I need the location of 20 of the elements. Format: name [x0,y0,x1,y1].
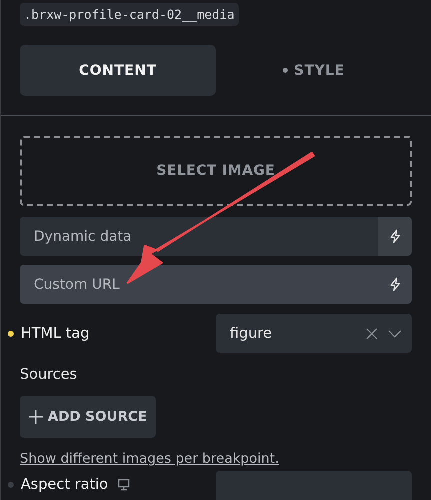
dynamic-data-button[interactable] [378,217,412,256]
field-label: HTML tag [21,326,90,342]
lightning-icon [388,277,402,292]
input-field[interactable]: Custom URL [20,265,378,304]
plus-icon [29,410,43,424]
tab[interactable]: STYLE [216,45,412,96]
tab[interactable]: CONTENT [20,45,216,96]
input-field[interactable] [216,471,412,500]
dynamic-data-button[interactable] [378,265,412,304]
close-icon[interactable] [366,328,378,340]
tag-select[interactable]: figure [216,314,412,353]
section-label: Sources [20,367,78,383]
class-selector[interactable]: .brxw-profile-card-02__media [20,3,239,26]
chevron-down-icon[interactable] [388,330,402,338]
help-link[interactable]: Show different images per breakpoint. [20,451,280,467]
desktop-icon [118,479,130,491]
add-source-button[interactable]: ADD SOURCE [20,396,156,438]
field-label: Aspect ratio [21,477,108,493]
input-field[interactable]: Dynamic data [20,217,378,256]
lightning-icon [388,229,402,244]
